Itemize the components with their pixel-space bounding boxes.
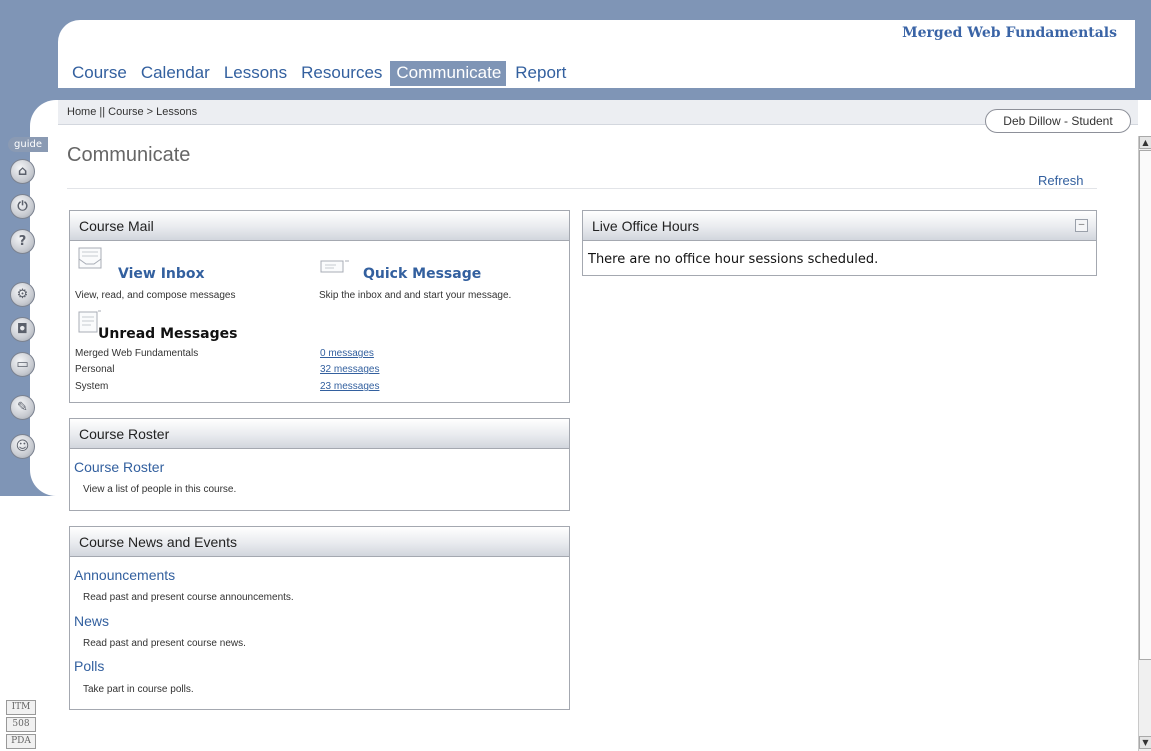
view-inbox-description: View, read, and compose messages bbox=[75, 290, 236, 301]
vertical-scrollbar[interactable]: ▲ ▼ bbox=[1138, 136, 1151, 751]
title-divider bbox=[67, 188, 1097, 189]
settings-icon[interactable]: ⚙ bbox=[10, 282, 35, 307]
tab-lessons[interactable]: Lessons bbox=[218, 61, 292, 86]
scroll-down-icon[interactable]: ▼ bbox=[1139, 736, 1151, 749]
live-office-hours-panel: Live Office Hours – There are no office … bbox=[582, 210, 1097, 276]
tab-resources[interactable]: Resources bbox=[295, 61, 387, 86]
breadcrumb-bar: Home || Course > Lessons bbox=[58, 100, 1138, 125]
course-roster-description: View a list of people in this course. bbox=[83, 484, 237, 495]
chat-icon[interactable]: ☺ bbox=[10, 434, 35, 459]
unread-row-label: Merged Web Fundamentals bbox=[75, 348, 199, 359]
tab-course[interactable]: Course bbox=[66, 61, 132, 86]
news-link[interactable]: News bbox=[74, 613, 109, 629]
course-mail-panel: Course Mail View Inbox View, read, and c… bbox=[69, 210, 570, 403]
camera-icon[interactable]: ◘ bbox=[10, 317, 35, 342]
left-sidebar: guide ⌂ ⏻ ? ⚙ ◘ ▭ ✎ ☺ ITM 508 PDA bbox=[0, 100, 58, 751]
user-badge[interactable]: Deb Dillow - Student bbox=[985, 109, 1131, 133]
view-inbox-link[interactable]: View Inbox bbox=[118, 266, 205, 282]
unread-row-label: System bbox=[75, 381, 109, 392]
tab-communicate[interactable]: Communicate bbox=[390, 61, 507, 86]
main-tabs: Course Calendar Lessons Resources Commun… bbox=[66, 61, 574, 86]
course-roster-header: Course Roster bbox=[70, 419, 569, 449]
wrench-icon[interactable]: ✎ bbox=[10, 395, 35, 420]
unread-row-count[interactable]: 23 messages bbox=[320, 381, 379, 392]
unread-row-count[interactable]: 32 messages bbox=[320, 364, 379, 375]
help-icon[interactable]: ? bbox=[10, 229, 35, 254]
guide-tab[interactable]: guide bbox=[8, 137, 48, 152]
office-hours-message: There are no office hour sessions schedu… bbox=[588, 252, 879, 267]
scroll-up-icon[interactable]: ▲ bbox=[1139, 136, 1151, 149]
course-title: Merged Web Fundamentals bbox=[902, 25, 1117, 41]
polls-link[interactable]: Polls bbox=[74, 658, 104, 674]
course-news-panel: Course News and Events Announcements Rea… bbox=[69, 526, 570, 710]
live-office-hours-header: Live Office Hours – bbox=[583, 211, 1096, 241]
quick-message-icon bbox=[320, 260, 349, 273]
quick-message-link[interactable]: Quick Message bbox=[363, 266, 481, 282]
unread-row-count[interactable]: 0 messages bbox=[320, 348, 374, 359]
announcements-link[interactable]: Announcements bbox=[74, 567, 175, 583]
itm-badge[interactable]: ITM bbox=[6, 700, 36, 715]
news-description: Read past and present course news. bbox=[83, 638, 246, 649]
home-icon[interactable]: ⌂ bbox=[10, 159, 35, 184]
tab-report[interactable]: Report bbox=[509, 61, 571, 86]
course-news-header: Course News and Events bbox=[70, 527, 569, 557]
508-badge[interactable]: 508 bbox=[6, 717, 36, 732]
folder-icon[interactable]: ▭ bbox=[10, 352, 35, 377]
pda-badge[interactable]: PDA bbox=[6, 734, 36, 749]
quick-message-description: Skip the inbox and and start your messag… bbox=[319, 290, 512, 301]
unread-messages-title: Unread Messages bbox=[98, 326, 238, 342]
polls-description: Take part in course polls. bbox=[83, 684, 194, 695]
tab-calendar[interactable]: Calendar bbox=[135, 61, 215, 86]
power-icon[interactable]: ⏻ bbox=[10, 194, 35, 219]
inbox-icon bbox=[78, 247, 102, 269]
refresh-link[interactable]: Refresh bbox=[1038, 173, 1084, 188]
course-mail-header: Course Mail bbox=[70, 211, 569, 241]
course-roster-panel: Course Roster Course Roster View a list … bbox=[69, 418, 570, 511]
breadcrumb[interactable]: Home || Course > Lessons bbox=[67, 106, 197, 118]
page-title: Communicate bbox=[67, 144, 191, 166]
announcements-description: Read past and present course announcemen… bbox=[83, 592, 294, 603]
course-roster-link[interactable]: Course Roster bbox=[74, 459, 164, 475]
top-header: Merged Web Fundamentals Course Calendar … bbox=[58, 20, 1135, 88]
collapse-button[interactable]: – bbox=[1075, 219, 1088, 232]
scroll-thumb[interactable] bbox=[1139, 150, 1151, 660]
unread-row-label: Personal bbox=[75, 364, 115, 375]
live-office-hours-title: Live Office Hours bbox=[592, 218, 700, 234]
page: Merged Web Fundamentals Course Calendar … bbox=[0, 0, 1151, 751]
main-content: Home || Course > Lessons Deb Dillow - St… bbox=[58, 100, 1151, 751]
